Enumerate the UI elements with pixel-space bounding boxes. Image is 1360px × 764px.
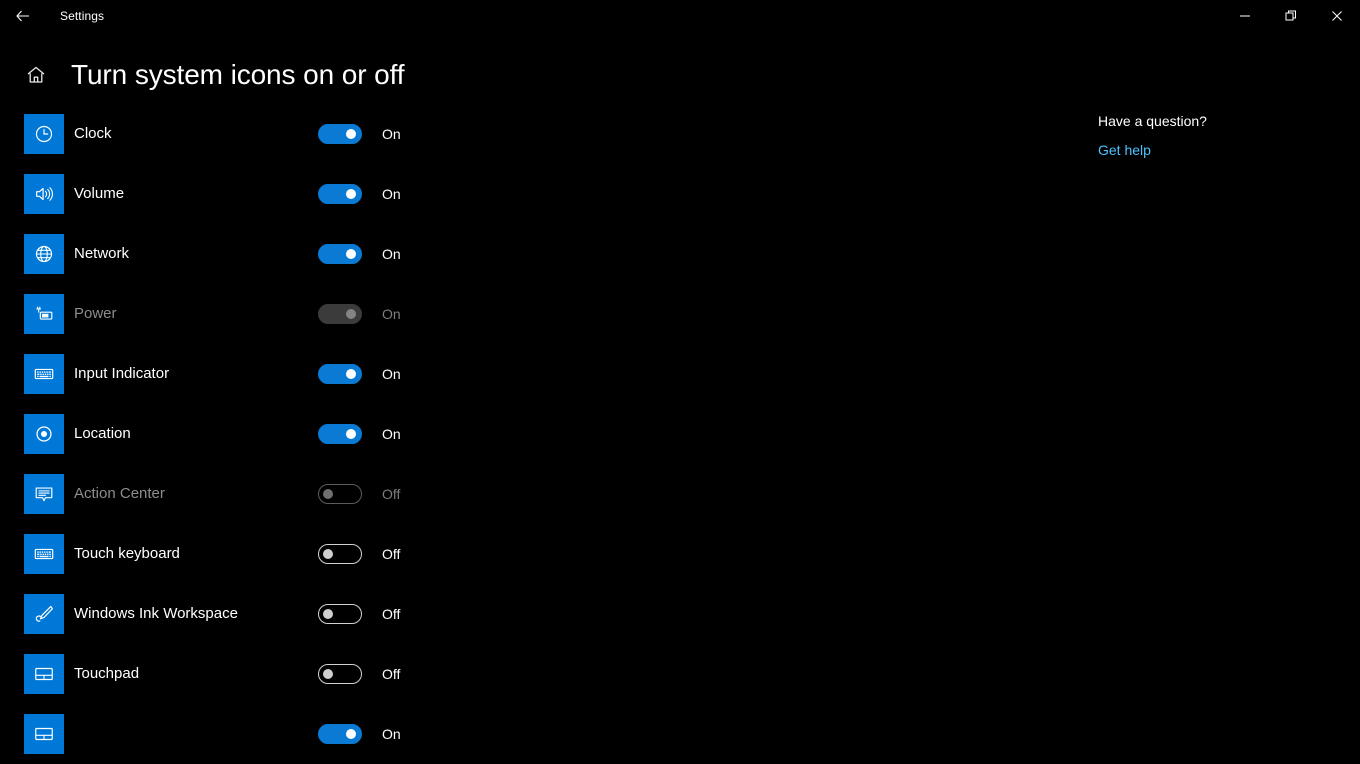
setting-row-label: Input Indicator: [74, 365, 170, 382]
toggle-group: On: [318, 164, 401, 224]
page-header: Turn system icons on or off: [0, 46, 1360, 104]
toggle-switch: [318, 484, 362, 504]
help-panel: Have a question? Get help: [1098, 112, 1328, 160]
toggle-knob: [323, 549, 333, 559]
power-icon: [24, 294, 64, 334]
toggle-group: On: [318, 344, 401, 404]
setting-row: Touch keyboard Off: [0, 524, 1050, 584]
setting-row-label: Clock: [74, 125, 112, 142]
toggle-switch[interactable]: [318, 724, 362, 744]
back-button[interactable]: [0, 0, 46, 32]
setting-row-label: Touch keyboard: [74, 545, 180, 562]
help-heading: Have a question?: [1098, 113, 1207, 129]
setting-row: Touchpad Off: [0, 644, 1050, 704]
close-button[interactable]: [1314, 0, 1360, 32]
setting-row-label: Windows Ink Workspace: [74, 605, 238, 622]
setting-row-label: Location: [74, 425, 131, 442]
toggle-switch[interactable]: [318, 544, 362, 564]
back-arrow-icon: [15, 8, 31, 24]
setting-row-label: Volume: [74, 185, 125, 202]
toggle-switch[interactable]: [318, 424, 362, 444]
toggle-group: On: [318, 224, 401, 284]
keyboard-icon: [24, 354, 64, 394]
toggle-knob: [323, 489, 333, 499]
toggle-state-label: On: [382, 726, 401, 742]
toggle-knob: [346, 189, 356, 199]
network-icon: [24, 234, 64, 274]
toggle-group: On: [318, 104, 401, 164]
toggle-knob: [346, 369, 356, 379]
keyboard-icon: [24, 534, 64, 574]
toggle-state-label: Off: [382, 486, 401, 502]
toggle-group: Off: [318, 464, 400, 524]
toggle-knob: [346, 309, 356, 319]
toggle-switch[interactable]: [318, 124, 362, 144]
toggle-state-label: On: [382, 426, 401, 442]
toggle-switch[interactable]: [318, 184, 362, 204]
toggle-state-label: On: [382, 186, 401, 202]
setting-row: Windows Ink Workspace Off: [0, 584, 1050, 644]
minimize-button[interactable]: [1222, 0, 1268, 32]
toggle-switch[interactable]: [318, 664, 362, 684]
setting-row: On: [0, 704, 1050, 764]
clock-icon: [24, 114, 64, 154]
system-icons-list: Clock On Volume On Network On Power On Input Ind…: [0, 104, 1050, 764]
toggle-state-label: On: [382, 246, 401, 262]
toggle-switch[interactable]: [318, 364, 362, 384]
toggle-knob: [346, 249, 356, 259]
toggle-switch[interactable]: [318, 244, 362, 264]
restore-button[interactable]: [1268, 0, 1314, 32]
page-title: Turn system icons on or off: [71, 59, 405, 90]
title-bar: Settings: [0, 0, 1360, 32]
home-icon[interactable]: [22, 61, 50, 89]
close-icon: [1331, 10, 1343, 22]
window-caption-buttons: [1222, 0, 1360, 32]
setting-row: Network On: [0, 224, 1050, 284]
get-help-link[interactable]: Get help: [1098, 142, 1151, 158]
toggle-switch: [318, 304, 362, 324]
toggle-state-label: Off: [382, 546, 401, 562]
setting-row-label: Touchpad: [74, 665, 140, 682]
setting-row: Location On: [0, 404, 1050, 464]
setting-row: Input Indicator On: [0, 344, 1050, 404]
toggle-state-label: Off: [382, 606, 401, 622]
toggle-group: Off: [318, 644, 400, 704]
toggle-state-label: On: [382, 306, 401, 322]
toggle-group: Off: [318, 584, 400, 644]
toggle-switch[interactable]: [318, 604, 362, 624]
setting-row: Clock On: [0, 104, 1050, 164]
setting-row: Power On: [0, 284, 1050, 344]
touchpad-icon: [24, 654, 64, 694]
toggle-state-label: Off: [382, 666, 401, 682]
location-icon: [24, 414, 64, 454]
toggle-state-label: On: [382, 366, 401, 382]
toggle-knob: [346, 129, 356, 139]
pen-icon: [24, 594, 64, 634]
toggle-knob: [323, 669, 333, 679]
touchpad-icon: [24, 714, 64, 754]
action-center-icon: [24, 474, 64, 514]
content-area: Clock On Volume On Network On Power On Input Ind…: [0, 104, 1360, 754]
setting-row: Volume On: [0, 164, 1050, 224]
toggle-knob: [323, 609, 333, 619]
toggle-group: On: [318, 284, 401, 344]
setting-row-label: Power: [74, 305, 117, 322]
minimize-icon: [1239, 10, 1251, 22]
app-title: Settings: [60, 9, 105, 23]
setting-row-label: Network: [74, 245, 130, 262]
setting-row: Action Center Off: [0, 464, 1050, 524]
volume-icon: [24, 174, 64, 214]
toggle-group: On: [318, 404, 401, 464]
restore-icon: [1285, 10, 1297, 22]
toggle-state-label: On: [382, 126, 401, 142]
toggle-group: On: [318, 704, 401, 764]
toggle-group: Off: [318, 524, 400, 584]
toggle-knob: [346, 429, 356, 439]
setting-row-label: Action Center: [74, 485, 165, 502]
